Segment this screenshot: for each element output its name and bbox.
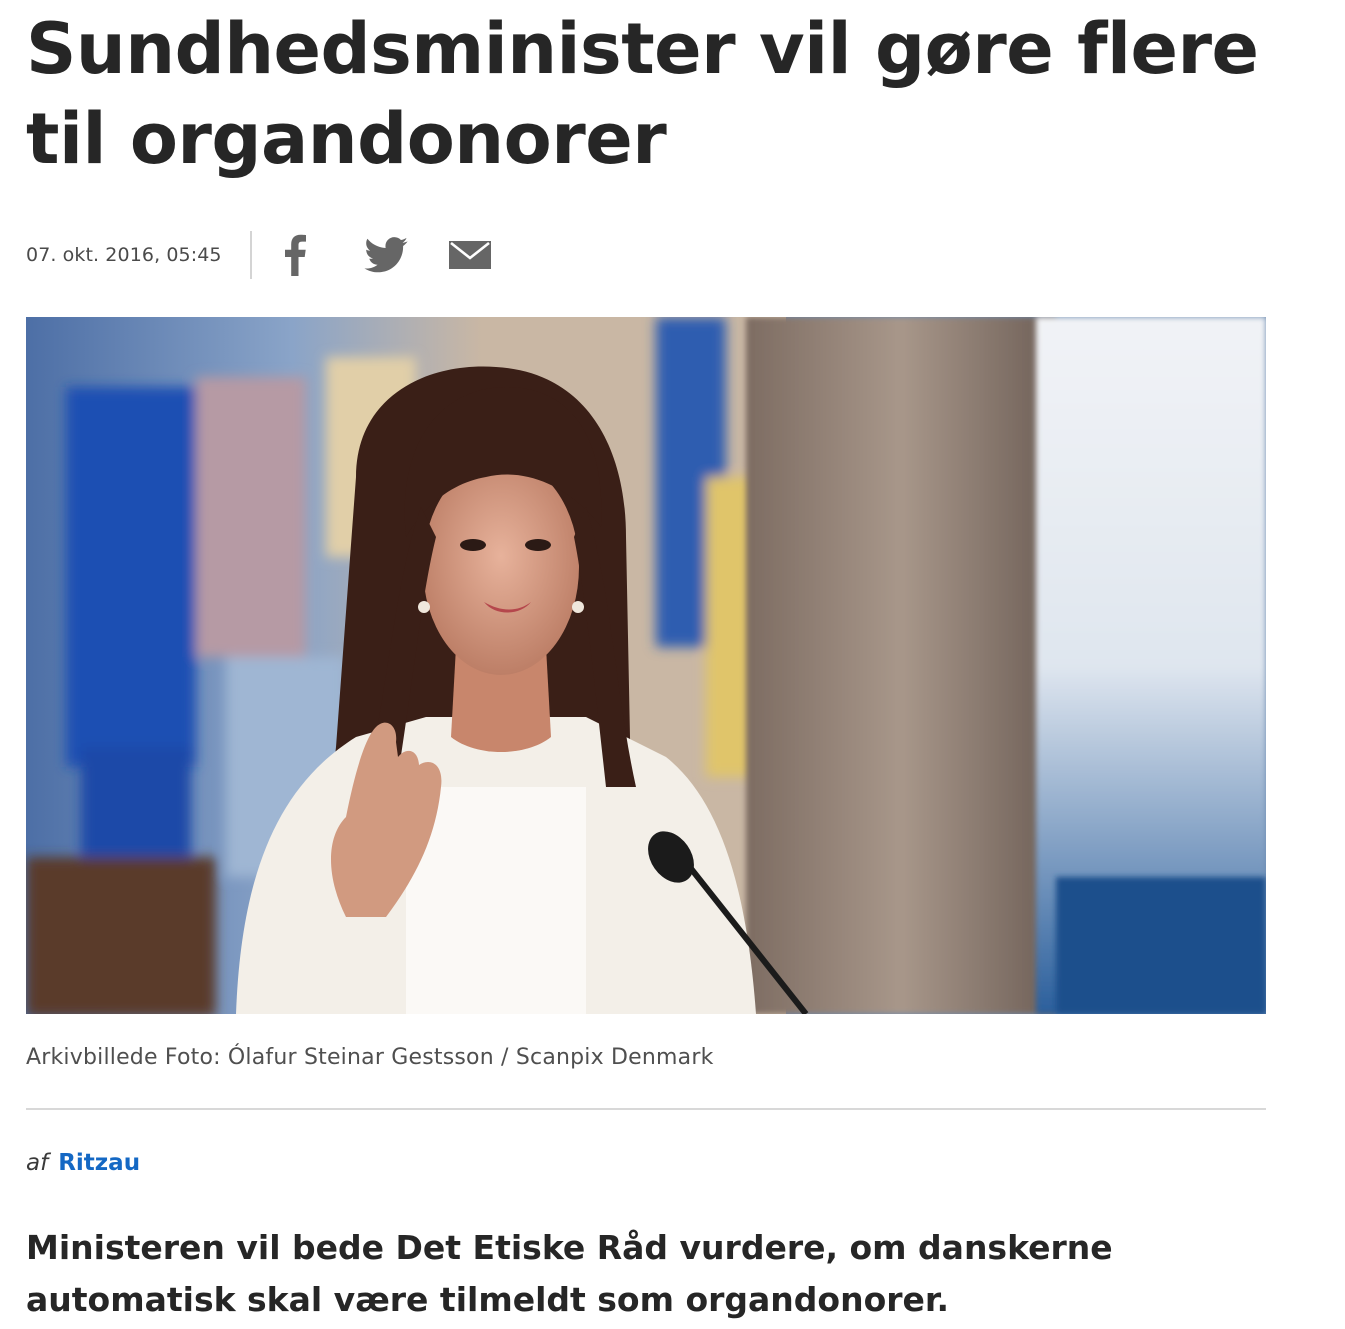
share-facebook-button[interactable] <box>282 230 308 280</box>
share-email-button[interactable] <box>448 230 491 280</box>
caption-divider <box>26 1108 1266 1110</box>
article-hero-image <box>26 317 1266 1014</box>
meta-divider <box>249 231 252 279</box>
share-twitter-button[interactable] <box>363 230 409 280</box>
mail-icon <box>448 241 491 269</box>
facebook-icon <box>284 234 306 276</box>
byline: af Ritzau <box>26 1150 140 1176</box>
article-meta: 07. okt. 2016, 05:45 <box>26 230 491 280</box>
byline-prefix: af <box>26 1150 49 1176</box>
byline-author-link[interactable]: Ritzau <box>58 1150 140 1176</box>
hero-photo <box>26 317 1266 1014</box>
article-lead: Ministeren vil bede Det Etiske Råd vurde… <box>26 1228 1113 1319</box>
twitter-icon <box>364 237 408 273</box>
image-caption: Arkivbillede Foto: Ólafur Steinar Gestss… <box>26 1045 714 1070</box>
publish-timestamp: 07. okt. 2016, 05:45 <box>26 244 222 266</box>
article-headline: Sundhedsminister vil gøre flere til orga… <box>26 8 1259 180</box>
